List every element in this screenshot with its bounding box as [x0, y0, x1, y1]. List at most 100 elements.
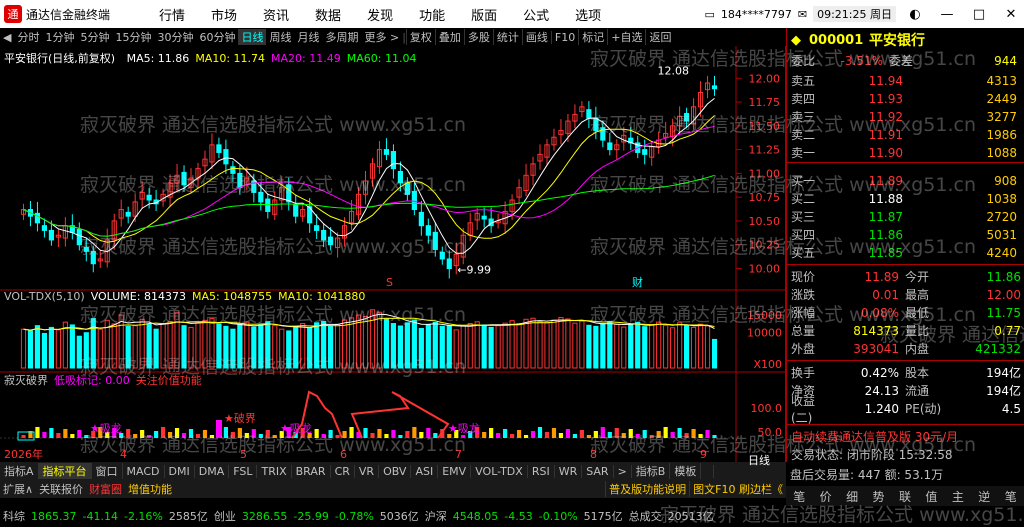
ask-row-4-label: 卖一	[791, 146, 816, 160]
indicator-tab-18[interactable]: >	[614, 464, 632, 478]
indicator-tab-16[interactable]: WR	[555, 464, 583, 478]
stat-label-b: 流通	[905, 384, 930, 398]
menu-item-8[interactable]: 选项	[562, 5, 614, 24]
ask-row-0-label: 卖五	[791, 74, 816, 88]
tool-button-4[interactable]: 画线	[521, 29, 551, 45]
indicator-tab-6[interactable]: FSL	[229, 464, 258, 478]
indicator-bar	[391, 430, 396, 438]
menu-item-4[interactable]: 发现	[354, 5, 406, 24]
candle-body	[607, 142, 613, 151]
period-tab-1[interactable]: 1分钟	[42, 29, 77, 45]
indicator-tab-2[interactable]: 窗口	[92, 463, 123, 479]
menu-item-0[interactable]: 行情	[146, 5, 198, 24]
tool-button-2[interactable]: 多股	[463, 29, 493, 45]
ask-row-2[interactable]: 卖三 11.92 3277	[787, 108, 1024, 125]
quote-tab-7[interactable]: 逆	[971, 488, 997, 505]
stat-label-b: 最低	[905, 306, 930, 320]
quote-tab-2[interactable]: 细	[839, 488, 865, 505]
menu-item-3[interactable]: 数据	[302, 5, 354, 24]
indicator-tab-10[interactable]: VR	[355, 464, 380, 478]
candle-body	[265, 198, 271, 212]
tool-button-5[interactable]: F10	[550, 30, 578, 44]
period-tab-3[interactable]: 15分钟	[112, 29, 154, 45]
close-button[interactable]: ✕	[998, 7, 1024, 22]
period-tab-5[interactable]: 60分钟	[196, 29, 238, 45]
ext-tab-2[interactable]: 财富圈	[86, 481, 125, 497]
indicator-tab-12[interactable]: ASI	[411, 464, 439, 478]
bid-row-2[interactable]: 买三 11.87 2720	[787, 208, 1024, 225]
indicator-tab-8[interactable]: BRAR	[292, 464, 331, 478]
quote-tab-3[interactable]: 势	[865, 488, 891, 505]
ask-row-0[interactable]: 卖五 11.94 4313	[787, 72, 1024, 89]
indicator-tab-5[interactable]: DMA	[195, 464, 230, 478]
ext-tab-1[interactable]: 关联报价	[36, 481, 86, 497]
indicator-tab-7[interactable]: TRIX	[257, 464, 292, 478]
period-tab-4[interactable]: 30分钟	[154, 29, 196, 45]
quote-tab-0[interactable]: 笔	[786, 488, 812, 505]
ext-right-tab-1[interactable]: 图文F10 刷边栏《	[689, 481, 786, 497]
quote-tab-5[interactable]: 值	[918, 488, 944, 505]
bid-row-4-label: 买五	[791, 246, 816, 260]
ext-tab-3[interactable]: 增值功能	[125, 481, 175, 497]
quote-tab-6[interactable]: 主	[945, 488, 971, 505]
bid-row-3[interactable]: 买四 11.86 5031	[787, 226, 1024, 243]
menu-item-2[interactable]: 资讯	[250, 5, 302, 24]
toolbar-left-arrow-icon[interactable]: ◀	[0, 31, 14, 44]
indicator-tab-0[interactable]: 指标A	[0, 463, 39, 479]
tool-button-0[interactable]: 复权	[405, 29, 435, 45]
quote-tab-1[interactable]: 价	[812, 488, 838, 505]
indicator-tab-3[interactable]: MACD	[123, 464, 165, 478]
indicator-tab-9[interactable]: CR	[331, 464, 355, 478]
kline-chart-area[interactable]: 12.00 11.75 11.50 11.25 11.00 10.75 10.50 10.25…	[0, 46, 786, 462]
skin-icon[interactable]: ◐	[902, 7, 928, 22]
indicator-tab-21[interactable]	[701, 464, 714, 478]
tool-button-3[interactable]: 统计	[492, 29, 522, 45]
period-tab-2[interactable]: 5分钟	[77, 29, 112, 45]
mail-icon[interactable]: ✉	[798, 8, 807, 21]
menu-item-6[interactable]: 版面	[458, 5, 510, 24]
quote-tab-8[interactable]: 笔	[998, 488, 1024, 505]
quote-tab-4[interactable]: 联	[892, 488, 918, 505]
index-status-bar: 科综 1865.37 -41.14 -2.16% 2585亿 创业 3286.55 -25.9…	[0, 506, 1024, 526]
tool-button-8[interactable]: 返回	[645, 29, 674, 45]
kline-chart[interactable]: 12.00 11.75 11.50 11.25 11.00 10.75 10.50 10.25…	[0, 46, 786, 462]
period-tab-0[interactable]: 分时	[14, 29, 42, 45]
indicator-tab-13[interactable]: EMV	[438, 464, 472, 478]
menu-item-1[interactable]: 市场	[198, 5, 250, 24]
candle-body	[446, 258, 452, 269]
minimize-button[interactable]: —	[934, 7, 960, 22]
trade-state: 交易状态: 闭市阶段 15:32:58	[791, 448, 953, 462]
menu-item-7[interactable]: 公式	[510, 5, 562, 24]
ask-row-4[interactable]: 卖一 11.90 1088	[787, 144, 1024, 161]
ask-row-1[interactable]: 卖四 11.93 2449	[787, 90, 1024, 107]
tool-button-7[interactable]: +自选	[607, 29, 645, 45]
promo-text[interactable]: 自动续费通达信普及版 30元/月	[787, 428, 958, 445]
period-tab-10[interactable]: 更多 >	[361, 29, 402, 45]
indicator-tab-17[interactable]: SAR	[582, 464, 614, 478]
indicator-tab-15[interactable]: RSI	[528, 464, 555, 478]
indicator-tab-1[interactable]: 指标平台	[38, 463, 92, 479]
indicator-tab-20[interactable]: 模板	[670, 463, 702, 479]
ext-right-tab-0[interactable]: 普及版功能说明	[605, 481, 689, 497]
indicator-tab-14[interactable]: VOL-TDX	[471, 464, 528, 478]
period-tab-7[interactable]: 周线	[266, 29, 294, 45]
xilong-label: ★吸龙	[280, 422, 312, 435]
tool-button-1[interactable]: 叠加	[434, 29, 464, 45]
promo-row[interactable]: 自动续费通达信普及版 30元/月	[787, 428, 1024, 445]
bid-row-0[interactable]: 买一 11.89 908	[787, 172, 1024, 189]
period-tab-8[interactable]: 月线	[294, 29, 322, 45]
wallet-icon[interactable]: ▭	[704, 8, 714, 21]
ask-row-3[interactable]: 卖二 11.91 1986	[787, 126, 1024, 143]
bid-row-4[interactable]: 买五 11.85 4240	[787, 244, 1024, 261]
period-tab-9[interactable]: 多周期	[322, 29, 361, 45]
indicator-tab-19[interactable]: 指标B	[632, 463, 671, 479]
account-label[interactable]: 184****7797	[721, 8, 792, 21]
tool-button-6[interactable]: 标记	[578, 29, 607, 45]
indicator-tab-4[interactable]: DMI	[165, 464, 195, 478]
bid-row-1[interactable]: 买二 11.88 1038	[787, 190, 1024, 207]
ext-tab-0[interactable]: 扩展∧	[0, 481, 36, 497]
menu-item-5[interactable]: 功能	[406, 5, 458, 24]
period-tab-6[interactable]: 日线	[238, 29, 267, 45]
indicator-tab-11[interactable]: OBV	[379, 464, 412, 478]
maximize-button[interactable]: □	[966, 7, 992, 22]
